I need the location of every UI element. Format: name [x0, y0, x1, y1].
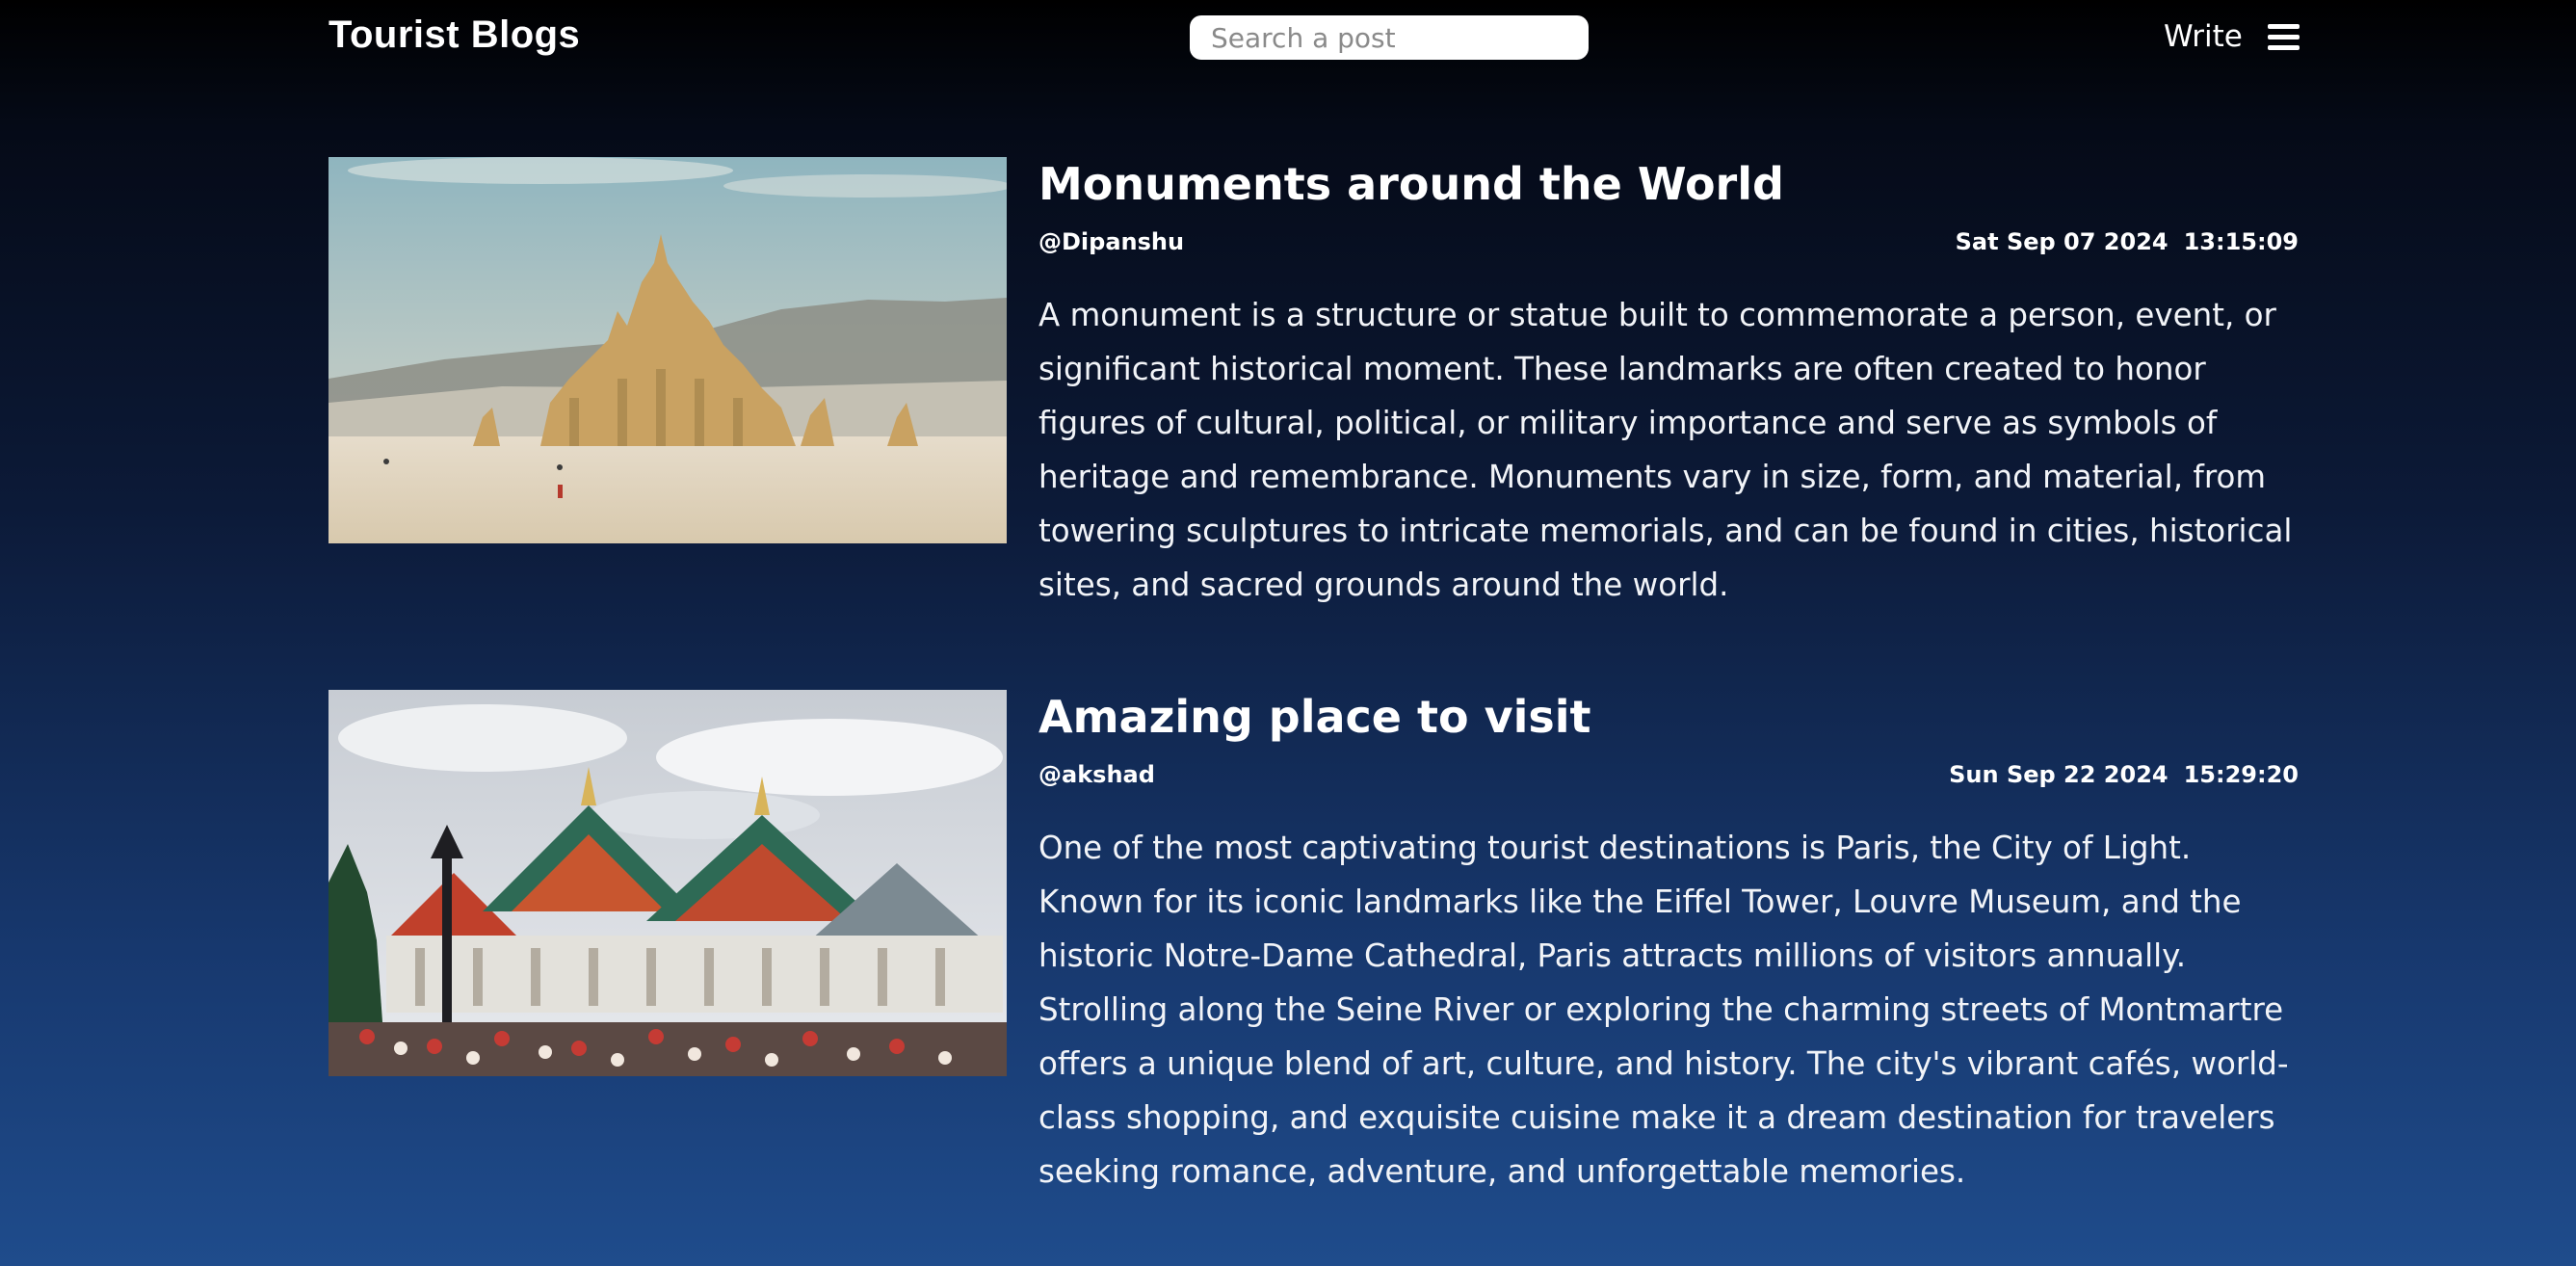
post-time: 13:15:09: [2183, 228, 2299, 255]
brand-logo[interactable]: Tourist Blogs: [329, 13, 580, 57]
post-summary: A monument is a structure or statue buil…: [1038, 297, 2293, 603]
post-author[interactable]: @Dipanshu: [1038, 228, 1184, 255]
post-image[interactable]: [329, 157, 1007, 543]
post-meta: @akshad Sun Sep 22 2024 15:29:20: [1038, 757, 2299, 796]
write-link[interactable]: Write: [2164, 19, 2243, 54]
post-date-value: Sat Sep 07 2024: [1955, 228, 2169, 255]
hamburger-menu-icon[interactable]: [2268, 24, 2300, 50]
post-meta: @Dipanshu Sat Sep 07 2024 13:15:09: [1038, 224, 2299, 263]
post-date: Sat Sep 07 2024 13:15:09: [1956, 228, 2299, 255]
post-date-value: Sun Sep 22 2024: [1949, 761, 2169, 788]
post-date: Sun Sep 22 2024 15:29:20: [1949, 761, 2299, 788]
post-card: Monuments around the World @Dipanshu Sat…: [329, 157, 2299, 629]
navbar: Tourist Blogs Write: [0, 0, 2576, 77]
post-image[interactable]: [329, 690, 1007, 1076]
search-input[interactable]: [1190, 15, 1589, 60]
post-card: Amazing place to visit @akshad Sun Sep 2…: [329, 690, 2299, 1229]
post-time: 15:29:20: [2183, 761, 2299, 788]
post-title[interactable]: Amazing place to visit: [1038, 688, 2299, 746]
post-summary: One of the most captivating tourist dest…: [1038, 830, 2289, 1190]
post-info: Amazing place to visit @akshad Sun Sep 2…: [1038, 690, 2299, 1199]
post-author[interactable]: @akshad: [1038, 761, 1155, 788]
post-title[interactable]: Monuments around the World: [1038, 155, 2299, 213]
post-info: Monuments around the World @Dipanshu Sat…: [1038, 157, 2299, 612]
